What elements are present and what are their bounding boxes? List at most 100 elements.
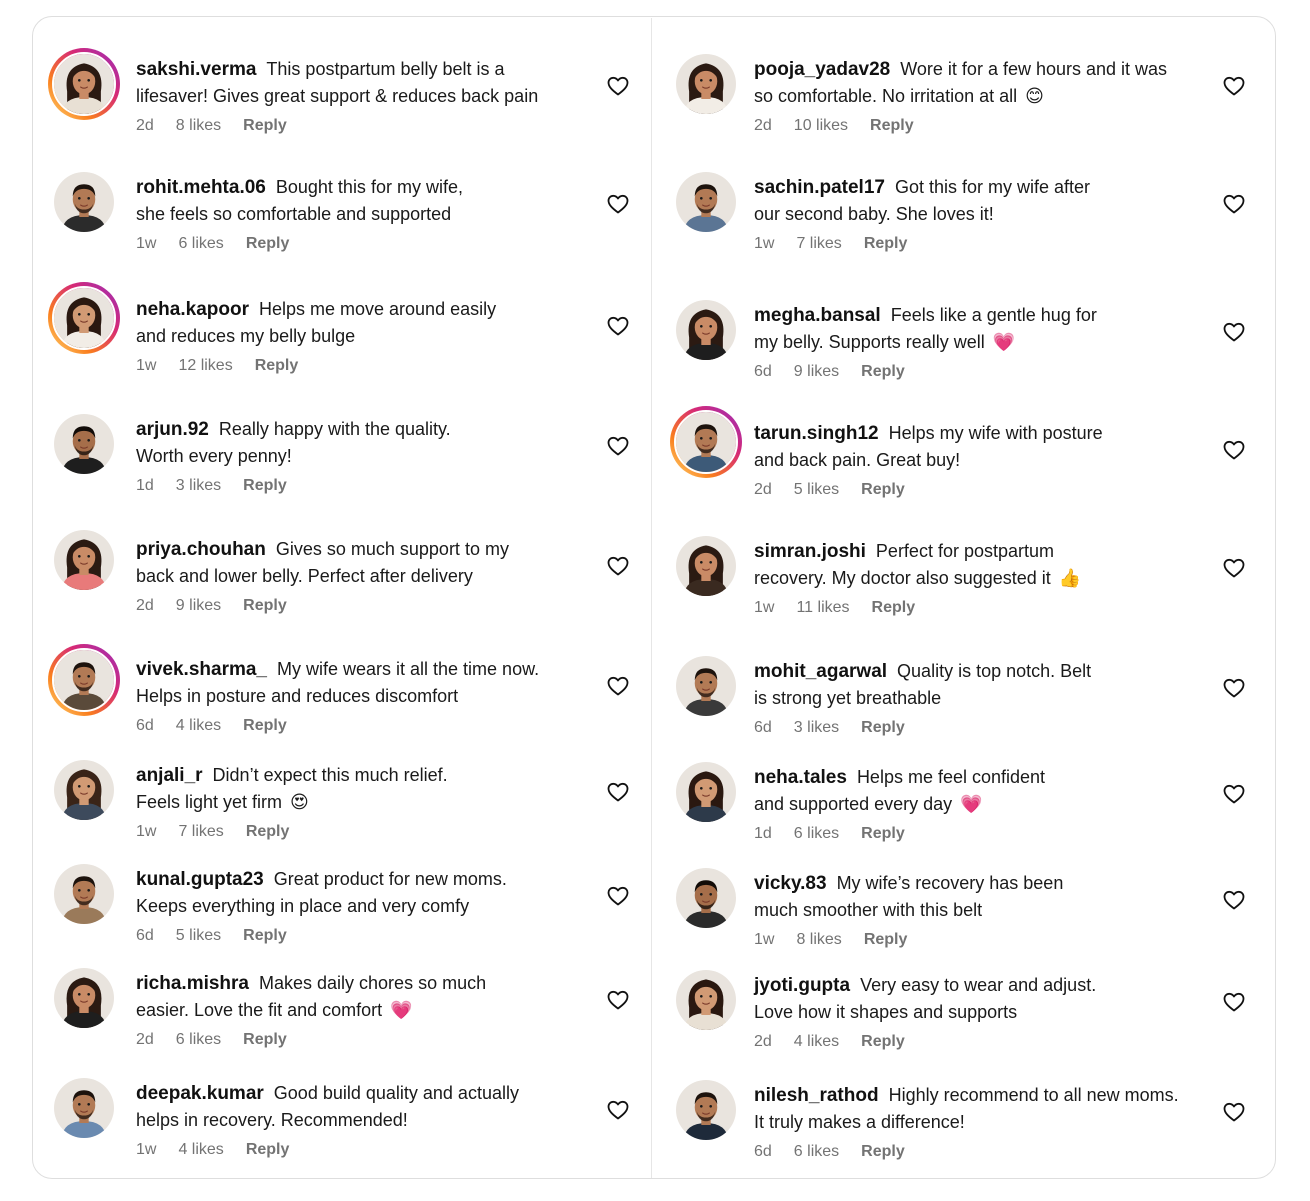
username-link[interactable]: neha.kapoor — [136, 299, 249, 320]
avatar-container[interactable] — [670, 530, 742, 602]
avatar[interactable] — [52, 1076, 116, 1140]
avatar-container[interactable] — [670, 48, 742, 120]
comment-likes-count[interactable]: 3 likes — [794, 719, 839, 737]
avatar[interactable] — [52, 528, 116, 592]
comment-timestamp[interactable]: 2d — [754, 481, 772, 499]
avatar-container[interactable] — [48, 408, 120, 480]
avatar-story-ring[interactable] — [48, 644, 120, 716]
heart-icon[interactable] — [606, 314, 630, 338]
avatar[interactable] — [674, 52, 738, 116]
avatar-container[interactable] — [48, 1072, 120, 1144]
avatar[interactable] — [674, 1078, 738, 1142]
comment-likes-count[interactable]: 4 likes — [176, 717, 221, 735]
reply-button[interactable]: Reply — [246, 1141, 290, 1159]
username-link[interactable]: arjun.92 — [136, 419, 209, 440]
reply-button[interactable]: Reply — [861, 481, 905, 499]
heart-icon[interactable] — [1222, 320, 1246, 344]
username-link[interactable]: nilesh_rathod — [754, 1085, 879, 1106]
username-link[interactable]: vivek.sharma_ — [136, 659, 267, 680]
username-link[interactable]: megha.bansal — [754, 305, 881, 326]
comment-timestamp[interactable]: 6d — [754, 719, 772, 737]
avatar[interactable] — [674, 298, 738, 362]
heart-icon[interactable] — [1222, 192, 1246, 216]
heart-icon[interactable] — [1222, 1100, 1246, 1124]
reply-button[interactable]: Reply — [243, 117, 287, 135]
comment-timestamp[interactable]: 1w — [136, 235, 156, 253]
comment-likes-count[interactable]: 7 likes — [796, 235, 841, 253]
comment-timestamp[interactable]: 1d — [754, 825, 772, 843]
reply-button[interactable]: Reply — [861, 825, 905, 843]
reply-button[interactable]: Reply — [243, 477, 287, 495]
heart-icon[interactable] — [606, 434, 630, 458]
heart-icon[interactable] — [606, 780, 630, 804]
comment-likes-count[interactable]: 9 likes — [176, 597, 221, 615]
avatar-story-ring[interactable] — [670, 406, 742, 478]
reply-button[interactable]: Reply — [864, 931, 908, 949]
reply-button[interactable]: Reply — [243, 597, 287, 615]
username-link[interactable]: jyoti.gupta — [754, 975, 850, 996]
avatar-container[interactable] — [670, 1074, 742, 1146]
heart-icon[interactable] — [606, 192, 630, 216]
reply-button[interactable]: Reply — [864, 235, 908, 253]
username-link[interactable]: deepak.kumar — [136, 1083, 264, 1104]
avatar[interactable] — [52, 966, 116, 1030]
username-link[interactable]: tarun.singh12 — [754, 423, 879, 444]
comment-likes-count[interactable]: 6 likes — [176, 1031, 221, 1049]
comment-timestamp[interactable]: 2d — [754, 117, 772, 135]
comment-timestamp[interactable]: 1d — [136, 477, 154, 495]
comment-timestamp[interactable]: 6d — [136, 927, 154, 945]
comment-likes-count[interactable]: 4 likes — [178, 1141, 223, 1159]
avatar-container[interactable] — [670, 650, 742, 722]
comment-timestamp[interactable]: 2d — [136, 117, 154, 135]
avatar[interactable] — [52, 648, 116, 712]
comment-likes-count[interactable]: 11 likes — [796, 599, 849, 617]
comment-likes-count[interactable]: 6 likes — [794, 1143, 839, 1161]
heart-icon[interactable] — [606, 1098, 630, 1122]
comment-likes-count[interactable]: 5 likes — [176, 927, 221, 945]
avatar[interactable] — [674, 866, 738, 930]
reply-button[interactable]: Reply — [246, 235, 290, 253]
reply-button[interactable]: Reply — [246, 823, 290, 841]
comment-likes-count[interactable]: 7 likes — [178, 823, 223, 841]
username-link[interactable]: anjali_r — [136, 765, 203, 786]
comment-timestamp[interactable]: 1w — [754, 599, 774, 617]
comment-timestamp[interactable]: 6d — [136, 717, 154, 735]
heart-icon[interactable] — [1222, 676, 1246, 700]
avatar-container[interactable] — [48, 754, 120, 826]
reply-button[interactable]: Reply — [243, 927, 287, 945]
comment-likes-count[interactable]: 4 likes — [794, 1033, 839, 1051]
comment-likes-count[interactable]: 6 likes — [178, 235, 223, 253]
reply-button[interactable]: Reply — [243, 1031, 287, 1049]
username-link[interactable]: sachin.patel17 — [754, 177, 885, 198]
username-link[interactable]: kunal.gupta23 — [136, 869, 264, 890]
avatar[interactable] — [52, 862, 116, 926]
heart-icon[interactable] — [1222, 74, 1246, 98]
username-link[interactable]: priya.chouhan — [136, 539, 266, 560]
reply-button[interactable]: Reply — [243, 717, 287, 735]
heart-icon[interactable] — [1222, 782, 1246, 806]
heart-icon[interactable] — [1222, 888, 1246, 912]
reply-button[interactable]: Reply — [861, 719, 905, 737]
avatar-story-ring[interactable] — [48, 48, 120, 120]
avatar[interactable] — [674, 170, 738, 234]
avatar[interactable] — [674, 534, 738, 598]
heart-icon[interactable] — [606, 74, 630, 98]
avatar-story-ring[interactable] — [48, 282, 120, 354]
avatar[interactable] — [52, 286, 116, 350]
heart-icon[interactable] — [606, 988, 630, 1012]
reply-button[interactable]: Reply — [255, 357, 299, 375]
comment-likes-count[interactable]: 8 likes — [796, 931, 841, 949]
avatar-container[interactable] — [670, 862, 742, 934]
avatar[interactable] — [52, 52, 116, 116]
reply-button[interactable]: Reply — [872, 599, 916, 617]
comment-likes-count[interactable]: 9 likes — [794, 363, 839, 381]
reply-button[interactable]: Reply — [861, 363, 905, 381]
heart-icon[interactable] — [606, 674, 630, 698]
comment-likes-count[interactable]: 10 likes — [794, 117, 848, 135]
avatar-container[interactable] — [670, 964, 742, 1036]
heart-icon[interactable] — [1222, 990, 1246, 1014]
avatar[interactable] — [52, 170, 116, 234]
comment-timestamp[interactable]: 1w — [754, 931, 774, 949]
avatar[interactable] — [674, 410, 738, 474]
avatar-container[interactable] — [670, 166, 742, 238]
